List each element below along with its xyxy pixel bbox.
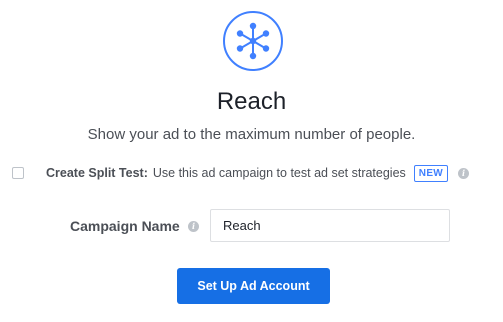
reach-network-icon xyxy=(223,11,283,71)
campaign-name-label: Campaign Name xyxy=(70,218,180,234)
objective-description: Show your ad to the maximum number of pe… xyxy=(87,126,416,143)
campaign-name-row: Campaign Name i xyxy=(0,209,503,242)
objective-title: Reach xyxy=(216,88,287,115)
campaign-name-input[interactable] xyxy=(210,209,450,242)
new-badge: NEW xyxy=(413,164,449,182)
split-test-row: Create Split Test: Use this ad campaign … xyxy=(12,163,492,183)
split-test-description: Use this ad campaign to test ad set stra… xyxy=(152,166,406,180)
info-icon[interactable]: i xyxy=(188,221,199,232)
info-icon[interactable]: i xyxy=(458,167,470,179)
split-test-checkbox[interactable] xyxy=(12,167,24,179)
set-up-ad-account-button[interactable]: Set Up Ad Account xyxy=(177,268,330,304)
split-test-label: Create Split Test: xyxy=(46,166,148,180)
